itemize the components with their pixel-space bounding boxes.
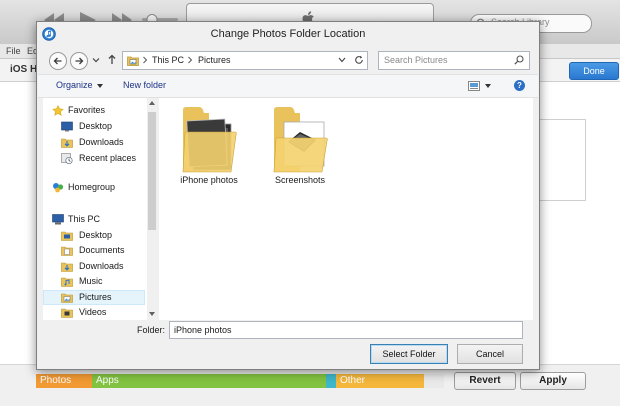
nav-music-label: Music <box>79 276 103 286</box>
desktop-icon <box>61 231 73 241</box>
nav-favorites[interactable]: Favorites <box>43 103 145 118</box>
done-button[interactable]: Done <box>569 62 619 80</box>
background-panel <box>537 119 586 201</box>
folder-label: Folder: <box>137 325 166 335</box>
nav-documents[interactable]: Documents <box>43 243 145 258</box>
chevron-down-icon <box>96 83 103 88</box>
nav-pictures[interactable]: Pictures <box>43 290 145 305</box>
file-list: iPhone photos Screenshots <box>159 98 533 320</box>
dialog-title: Change Photos Folder Location <box>210 28 366 40</box>
address-dropdown-icon[interactable] <box>338 57 346 63</box>
nav-pc-desktop[interactable]: Desktop <box>43 228 145 243</box>
nav-music[interactable]: Music <box>43 274 145 289</box>
pictures-folder-icon <box>127 56 139 66</box>
nav-pc-downloads-label: Downloads <box>79 261 124 271</box>
change-folder-dialog: Change Photos Folder Location This PC Pi… <box>36 21 540 370</box>
music-icon <box>61 277 73 287</box>
folder-item-screenshots[interactable]: Screenshots <box>260 98 340 198</box>
arrow-right-icon <box>75 57 84 65</box>
downloads-icon <box>61 262 73 272</box>
nav-videos-label: Videos <box>79 307 107 317</box>
capacity-media <box>326 374 336 388</box>
nav-homegroup[interactable]: Homegroup <box>43 180 145 195</box>
folder-icon <box>273 107 328 173</box>
command-bar: Organize New folder ? <box>38 74 538 98</box>
apply-button[interactable]: Apply <box>520 372 586 390</box>
capacity-other: Other <box>336 374 424 388</box>
select-folder-button[interactable]: Select Folder <box>370 344 448 364</box>
nav-pc-desktop-label: Desktop <box>79 230 113 240</box>
nav-pictures-label: Pictures <box>79 292 112 302</box>
search-pictures-box[interactable]: Search Pictures <box>378 51 530 70</box>
arrow-left-icon <box>53 57 62 65</box>
breadcrumb-this-pc[interactable]: This PC <box>152 55 184 65</box>
computer-icon <box>52 214 64 225</box>
organize-label: Organize <box>56 80 93 90</box>
nav-downloads[interactable]: Downloads <box>43 135 145 150</box>
videos-icon <box>61 308 73 318</box>
star-icon <box>52 105 64 116</box>
breadcrumb-separator-icon[interactable] <box>187 56 193 64</box>
navigation-pane: Favorites Desktop Downloads Recent place… <box>43 98 157 320</box>
dialog-title-bar: Change Photos Folder Location <box>37 22 539 46</box>
capacity-other-label: Other <box>340 375 366 386</box>
desktop-icon <box>61 121 73 132</box>
organize-menu[interactable]: Organize <box>56 80 103 90</box>
menu-file[interactable]: File <box>6 46 21 56</box>
pictures-icon <box>61 293 73 303</box>
scroll-up-icon[interactable] <box>149 101 155 105</box>
search-pictures-placeholder: Search Pictures <box>384 55 448 65</box>
nav-this-pc[interactable]: This PC <box>43 212 145 227</box>
nav-pc-downloads[interactable]: Downloads <box>43 259 145 274</box>
cancel-button[interactable]: Cancel <box>457 344 523 364</box>
nav-recent-places[interactable]: Recent places <box>43 151 145 166</box>
revert-button[interactable]: Revert <box>454 372 516 390</box>
recent-locations-chevron-icon[interactable] <box>92 56 100 64</box>
change-view-icon[interactable] <box>468 81 480 91</box>
up-arrow-icon[interactable] <box>108 54 116 65</box>
nav-this-pc-label: This PC <box>68 214 101 224</box>
folder-input[interactable]: iPhone photos <box>169 321 523 339</box>
folder-item-iphone-photos[interactable]: iPhone photos <box>169 98 249 198</box>
navigation-scrollbar[interactable] <box>147 98 157 320</box>
folder-name-iphone-photos: iPhone photos <box>180 175 238 185</box>
scroll-down-icon[interactable] <box>149 312 155 316</box>
search-icon <box>514 55 524 65</box>
back-button[interactable] <box>49 52 67 70</box>
capacity-apps: Apps <box>92 374 328 388</box>
homegroup-icon <box>53 183 64 193</box>
folder-row: Folder: iPhone photos <box>37 320 539 340</box>
recent-places-icon <box>61 153 73 164</box>
refresh-icon[interactable] <box>354 55 364 65</box>
downloads-icon <box>61 138 73 148</box>
nav-desktop-label: Desktop <box>79 121 113 131</box>
nav-homegroup-label: Homegroup <box>68 182 116 192</box>
nav-documents-label: Documents <box>79 245 125 255</box>
nav-downloads-label: Downloads <box>79 137 124 147</box>
forward-button[interactable] <box>70 52 88 70</box>
view-options-chevron-icon[interactable] <box>485 84 491 88</box>
folder-icon <box>182 107 237 173</box>
documents-icon <box>61 246 73 256</box>
nav-videos[interactable]: Videos <box>43 305 145 320</box>
address-bar[interactable]: This PC Pictures <box>122 51 368 70</box>
navigation-row: This PC Pictures Search Pictures <box>37 49 539 71</box>
capacity-photos: Photos <box>36 374 92 388</box>
capacity-photos-label: Photos <box>40 375 72 386</box>
folder-name-screenshots: Screenshots <box>274 175 326 185</box>
scrollbar-thumb[interactable] <box>148 112 156 230</box>
new-folder-button[interactable]: New folder <box>123 80 166 90</box>
nav-recent-places-label: Recent places <box>79 153 137 163</box>
capacity-apps-label: Apps <box>96 375 119 386</box>
breadcrumb-separator-icon[interactable] <box>142 56 148 64</box>
nav-desktop[interactable]: Desktop <box>43 119 145 134</box>
folder-input-value: iPhone photos <box>174 325 232 335</box>
capacity-free <box>424 374 444 388</box>
device-title: iOS H <box>10 64 38 75</box>
breadcrumb-pictures[interactable]: Pictures <box>198 55 231 65</box>
help-icon[interactable]: ? <box>514 80 525 91</box>
nav-favorites-label: Favorites <box>68 105 106 115</box>
